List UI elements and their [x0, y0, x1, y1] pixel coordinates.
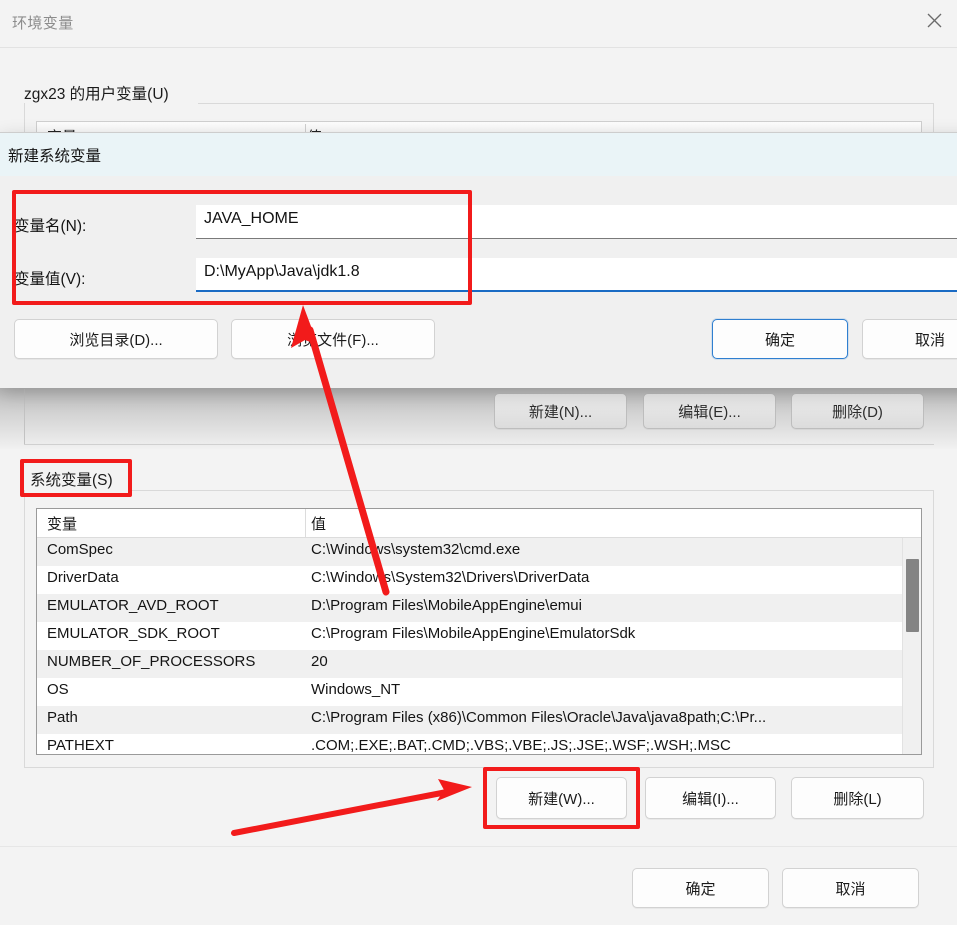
dialog-titlebar: 新建系统变量 — [0, 133, 957, 176]
system-delete-button[interactable]: 删除(L) — [791, 777, 924, 819]
user-group-left-border — [24, 389, 25, 445]
cell-value: .COM;.EXE;.BAT;.CMD;.VBS;.VBE;.JS;.JSE;.… — [311, 737, 731, 754]
system-new-button[interactable]: 新建(W)... — [496, 777, 627, 819]
cell-variable: EMULATOR_AVD_ROOT — [47, 597, 219, 614]
user-group-bottom-border — [24, 444, 934, 445]
table-header: 变量 值 — [37, 509, 921, 538]
user-delete-button[interactable]: 删除(D) — [791, 393, 924, 429]
screen: 环境变量 zgx23 的用户变量(U) 变量 值 新建(N)... 编辑(E).… — [0, 0, 957, 925]
dialog-title: 新建系统变量 — [8, 148, 102, 165]
system-variables-table[interactable]: 变量 值 ComSpec C:\Windows\system32\cmd.exe D… — [36, 508, 922, 755]
variable-name-label: 变量名(N): — [14, 218, 87, 235]
close-icon[interactable] — [911, 0, 957, 40]
table-row[interactable]: EMULATOR_AVD_ROOT D:\Program Files\Mobile… — [37, 594, 903, 622]
user-new-button[interactable]: 新建(N)... — [494, 393, 627, 429]
table-scrollbar-thumb[interactable] — [906, 559, 919, 632]
column-divider[interactable] — [305, 509, 306, 538]
variable-value-label: 变量值(V): — [14, 271, 86, 288]
table-row[interactable]: DriverData C:\Windows\System32\Drivers\Dr… — [37, 566, 903, 594]
window-titlebar: 环境变量 — [0, 0, 957, 48]
variable-value-input[interactable]: D:\MyApp\Java\jdk1.8 — [196, 258, 957, 292]
user-edit-button[interactable]: 编辑(E)... — [643, 393, 776, 429]
system-variables-group-label: 系统变量(S) — [30, 472, 113, 489]
cell-value: C:\Windows\system32\cmd.exe — [311, 541, 521, 558]
cell-variable: ComSpec — [47, 541, 113, 558]
dialog-ok-button[interactable]: 确定 — [712, 319, 848, 359]
window-title: 环境变量 — [12, 15, 74, 32]
new-system-variable-dialog: 新建系统变量 变量名(N): JAVA_HOME 变量值(V): D:\MyAp… — [0, 132, 957, 388]
cell-variable: DriverData — [47, 569, 119, 586]
table-body: ComSpec C:\Windows\system32\cmd.exe Driver… — [37, 538, 903, 754]
cell-variable: NUMBER_OF_PROCESSORS — [47, 653, 256, 670]
window-cancel-button[interactable]: 取消 — [782, 868, 919, 908]
cell-value: D:\Program Files\MobileAppEngine\emui — [311, 597, 582, 614]
table-row[interactable]: OS Windows_NT — [37, 678, 903, 706]
variable-name-input[interactable]: JAVA_HOME — [196, 205, 957, 239]
browse-file-button[interactable]: 浏览文件(F)... — [231, 319, 435, 359]
user-variables-group-label: zgx23 的用户变量(U) — [24, 86, 169, 103]
column-header-variable[interactable]: 变量 — [47, 513, 77, 534]
system-edit-button[interactable]: 编辑(I)... — [645, 777, 776, 819]
cell-value: Windows_NT — [311, 681, 401, 698]
table-row[interactable]: PATHEXT .COM;.EXE;.BAT;.CMD;.VBS;.VBE;.JS… — [37, 734, 903, 754]
cell-variable: EMULATOR_SDK_ROOT — [47, 625, 220, 642]
column-header-value[interactable]: 值 — [311, 513, 326, 534]
dialog-body: 变量名(N): JAVA_HOME 变量值(V): D:\MyApp\Java\… — [0, 176, 957, 388]
table-row[interactable]: ComSpec C:\Windows\system32\cmd.exe — [37, 538, 903, 566]
table-row[interactable]: NUMBER_OF_PROCESSORS 20 — [37, 650, 903, 678]
cell-value: C:\Program Files\MobileAppEngine\Emulato… — [311, 625, 636, 642]
table-row[interactable]: Path C:\Program Files (x86)\Common Files\… — [37, 706, 903, 734]
footer-divider — [0, 846, 957, 847]
cell-value: C:\Windows\System32\Drivers\DriverData — [311, 569, 590, 586]
dialog-cancel-button[interactable]: 取消 — [862, 319, 957, 359]
cell-variable: OS — [47, 681, 69, 698]
cell-variable: Path — [47, 709, 78, 726]
cell-value: C:\Program Files (x86)\Common Files\Orac… — [311, 709, 767, 726]
window-ok-button[interactable]: 确定 — [632, 868, 769, 908]
cell-variable: PATHEXT — [47, 737, 114, 754]
table-scrollbar[interactable] — [902, 538, 921, 754]
browse-directory-button[interactable]: 浏览目录(D)... — [14, 319, 218, 359]
cell-value: 20 — [311, 653, 328, 670]
table-row[interactable]: EMULATOR_SDK_ROOT C:\Program Files\Mobile… — [37, 622, 903, 650]
